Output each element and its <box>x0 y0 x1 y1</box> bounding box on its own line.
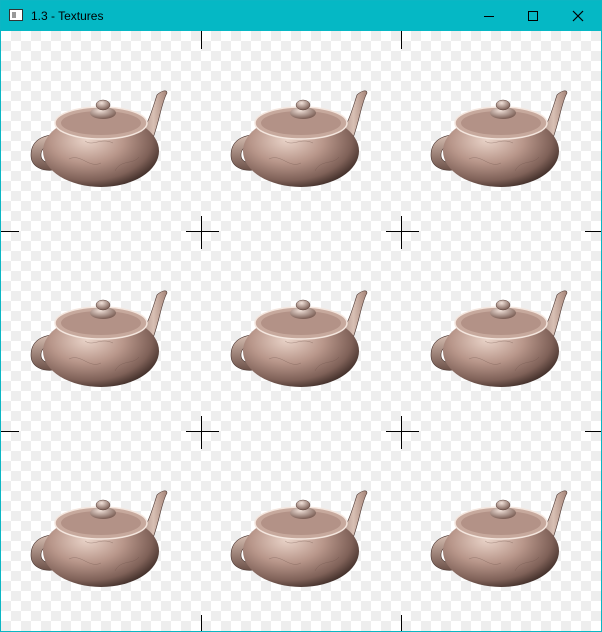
teapot-render <box>30 90 168 187</box>
close-icon <box>572 10 584 22</box>
maximize-icon <box>528 11 538 21</box>
teapot-render <box>430 90 568 187</box>
teapot-cell <box>401 231 601 431</box>
teapot-render <box>230 290 368 387</box>
teapot-render <box>230 90 368 187</box>
teapot-cell <box>201 31 401 231</box>
minimize-icon <box>484 16 494 17</box>
maximize-button[interactable] <box>511 1 557 31</box>
teapot-render <box>430 290 568 387</box>
teapot-cell <box>201 231 401 431</box>
teapot-cell <box>1 31 201 231</box>
app-window-icon[interactable] <box>9 9 23 21</box>
teapot-cell <box>1 231 201 431</box>
teapot-render <box>230 490 368 587</box>
teapot-render <box>30 290 168 387</box>
teapot-cell <box>401 431 601 631</box>
app-window: 1.3 - Textures <box>0 0 602 632</box>
teapot-render <box>30 490 168 587</box>
teapot-cell <box>401 31 601 231</box>
teapot-cell <box>201 431 401 631</box>
minimize-button[interactable] <box>465 1 511 31</box>
close-button[interactable] <box>555 1 601 31</box>
title-bar[interactable]: 1.3 - Textures <box>1 1 601 31</box>
teapot-render <box>430 490 568 587</box>
texture-viewport[interactable] <box>1 31 601 631</box>
teapot-cell <box>1 431 201 631</box>
window-title: 1.3 - Textures <box>31 9 104 23</box>
